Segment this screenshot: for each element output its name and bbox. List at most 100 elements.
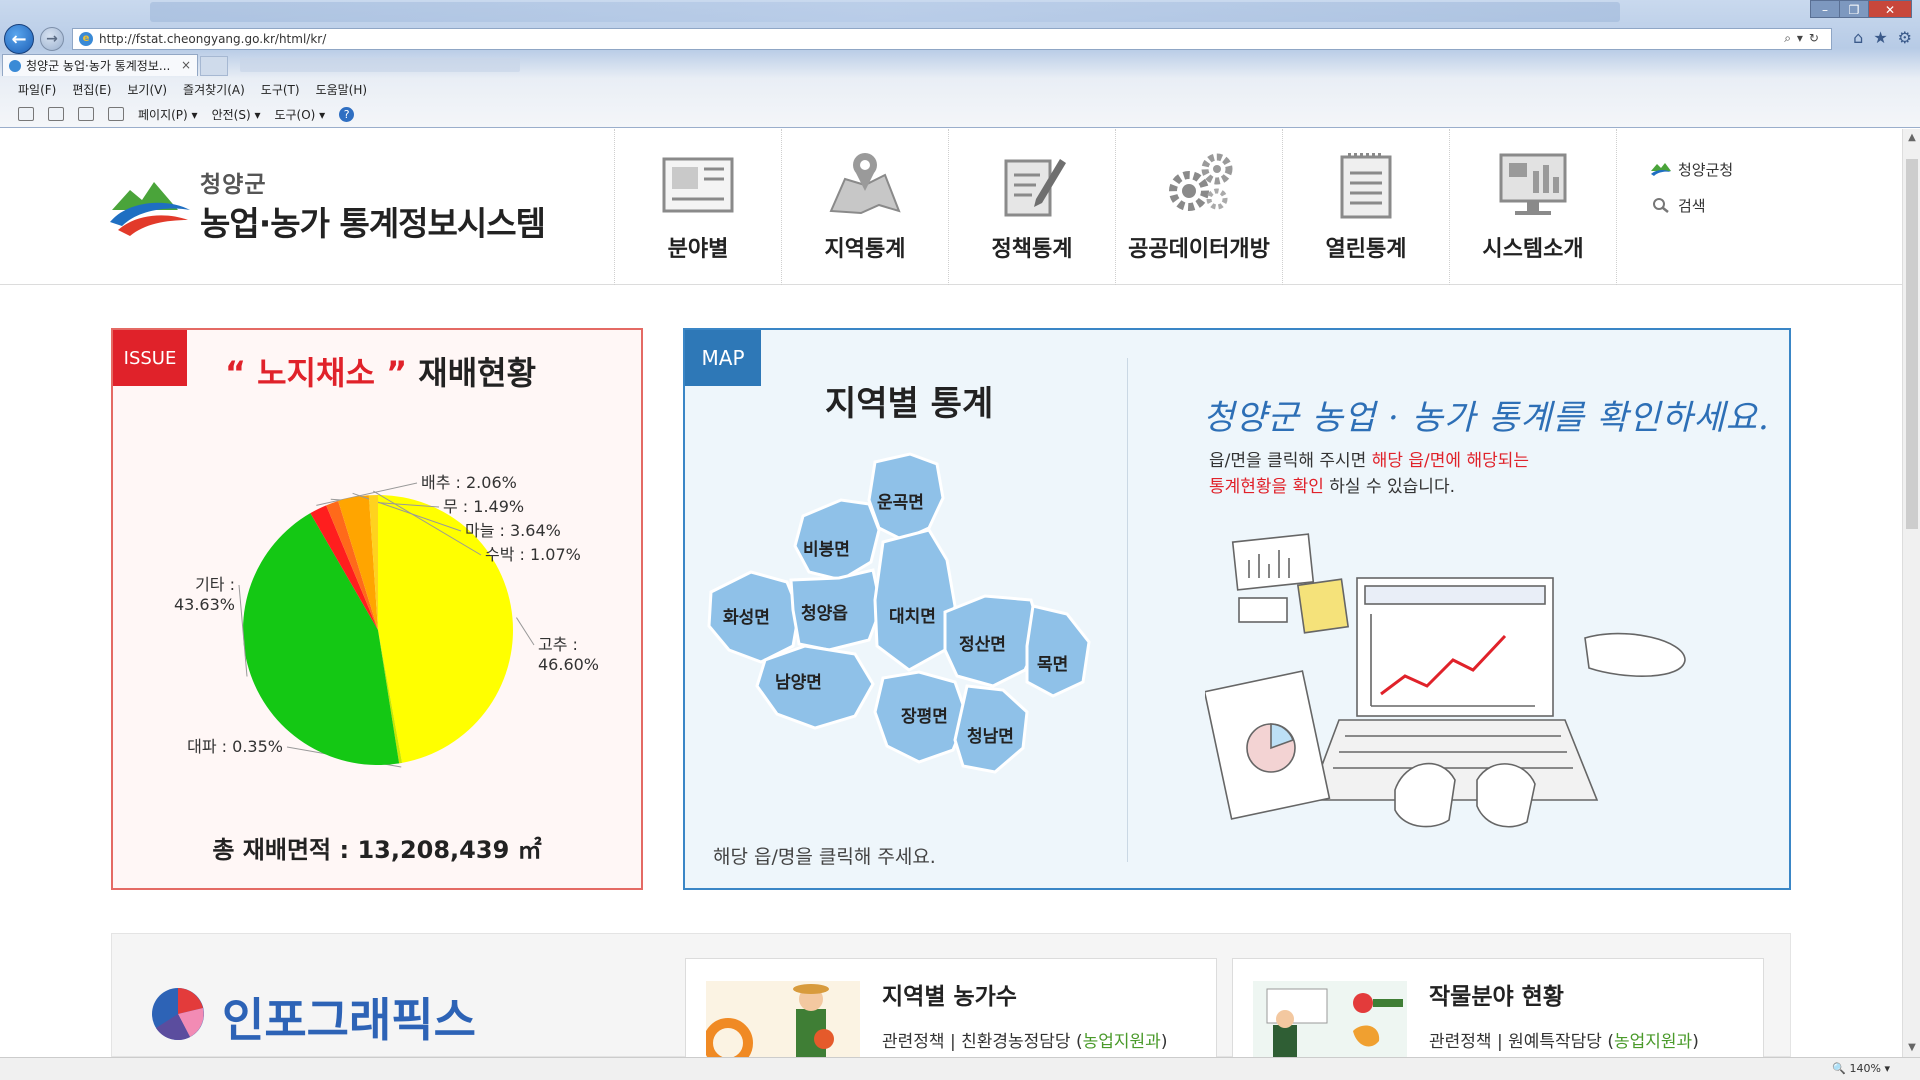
checklist-icon xyxy=(1340,153,1392,219)
scroll-up-arrow[interactable]: ▲ xyxy=(1903,129,1920,147)
info-card-title: 작물분야 현황 xyxy=(1429,984,1564,1010)
region-label: 비봉면 xyxy=(803,540,850,560)
logo-mark-icon xyxy=(110,182,190,236)
issue-badge: ISSUE xyxy=(113,330,187,386)
scrollbar-thumb[interactable] xyxy=(1906,159,1918,529)
restore-button[interactable]: ❐ xyxy=(1839,0,1869,18)
pie-leader-line xyxy=(516,617,535,646)
utility-links: 청양군청 검색 xyxy=(1650,151,1733,223)
desc-part: 하실 수 있습니다. xyxy=(1323,477,1455,497)
issue-title-rest: 재배현황 xyxy=(407,354,537,392)
zoom-level[interactable]: 🔍 140% ▾ xyxy=(1832,1062,1890,1075)
nav-policy[interactable]: 정책통계 xyxy=(949,129,1116,285)
nav-label: 정책통계 xyxy=(991,237,1073,262)
command-bar: 페이지(P) ▾ 안전(S) ▾ 도구(O) ▾ ? xyxy=(0,102,1920,126)
nav-open-stats[interactable]: 열린통계 xyxy=(1283,129,1450,285)
menu-edit[interactable]: 편집(E) xyxy=(72,81,111,98)
region-label: 목면 xyxy=(1037,655,1068,675)
new-tab-button[interactable] xyxy=(200,56,228,76)
cmd-page[interactable]: 페이지(P) ▾ xyxy=(138,106,198,123)
logo-county: 청양군 xyxy=(200,172,267,198)
tab-close-icon[interactable]: × xyxy=(181,58,191,72)
info-card-thumbnail xyxy=(1253,981,1407,1057)
address-bar[interactable]: e http://fstat.cheongyang.go.kr/html/kr/… xyxy=(72,28,1832,50)
menu-tools[interactable]: 도구(T) xyxy=(261,81,300,98)
region-mok[interactable] xyxy=(1025,604,1091,698)
site-logo[interactable]: 청양군 농업·농가 통계정보시스템 xyxy=(108,165,546,245)
main-nav: 분야별 지역통계 정책통계 공공데이터개방 열린통계 시스템소개 xyxy=(614,129,1617,285)
infographic-section: 인포그래픽스 지역별 농가수 관련정책 | 친환경농정담당 (농업지원과) 작물… xyxy=(111,933,1791,1057)
nav-label: 분야별 xyxy=(667,237,729,262)
search-link[interactable]: 검색 xyxy=(1650,187,1733,223)
county-office-link[interactable]: 청양군청 xyxy=(1650,151,1733,187)
title-bar xyxy=(150,2,1620,22)
card-sub-dept[interactable]: 농업지원과 xyxy=(1083,1032,1161,1052)
gears-icon xyxy=(1169,153,1233,211)
region-label: 청양읍 xyxy=(801,603,848,624)
card-sub-dept[interactable]: 농업지원과 xyxy=(1614,1032,1692,1052)
total-area: 총 재배면적 : 13,208,439 ㎡ xyxy=(212,836,542,864)
forward-button[interactable]: → xyxy=(40,27,64,51)
address-tools[interactable]: ⌕▾↻ xyxy=(1784,31,1825,46)
region-map: 운곡면 비봉면 화성면 청양읍 대치면 남양면 정산면 목면 장평면 청남면 xyxy=(707,452,1091,774)
map-pin-icon xyxy=(829,153,901,215)
issue-title-open: “ xyxy=(225,354,258,392)
minimize-button[interactable]: – xyxy=(1810,0,1840,18)
home-cmd-icon[interactable] xyxy=(18,107,34,121)
window-controls: – ❐ ✕ xyxy=(1810,0,1912,18)
region-label: 정산면 xyxy=(959,635,1006,655)
pie-label-무: 무 : 1.49% xyxy=(443,497,524,516)
issue-title[interactable]: “ 노지채소 ” 재배현황 xyxy=(225,348,536,394)
scroll-down-arrow[interactable]: ▼ xyxy=(1903,1039,1920,1057)
cmd-safety[interactable]: 안전(S) ▾ xyxy=(212,106,261,123)
back-button[interactable]: ← xyxy=(4,24,34,54)
monitor-icon xyxy=(1499,153,1567,215)
map-title: 지역별 통계 xyxy=(825,384,994,424)
logo-title: 농업·농가 통계정보시스템 xyxy=(200,204,546,243)
search-label: 검색 xyxy=(1678,196,1706,215)
info-card-subtitle: 관련정책 | 원예특작담당 (농업지원과) xyxy=(1429,1027,1699,1052)
info-card-farms[interactable]: 지역별 농가수 관련정책 | 친환경농정담당 (농업지원과) xyxy=(685,958,1217,1057)
nav-system-intro[interactable]: 시스템소개 xyxy=(1450,129,1617,285)
map-panel: MAP 지역별 통계 운곡면 비봉면 화성면 청양읍 대치면 남양면 정산면 목… xyxy=(683,328,1791,890)
nav-label: 지역통계 xyxy=(824,237,906,262)
pie-label-배추: 배추 : 2.06% xyxy=(421,473,517,492)
site-header: 청양군 농업·농가 통계정보시스템 분야별 지역통계 정책통계 공공데이터개방 … xyxy=(0,129,1902,285)
map-slogan: 청양군 농업 · 농가 통계를 확인하세요. xyxy=(1203,398,1770,438)
pie-label-고추: 고추 : xyxy=(538,635,578,654)
pie-label-기타: 기타 : xyxy=(195,575,235,594)
menu-view[interactable]: 보기(V) xyxy=(127,81,167,98)
region-label: 남양면 xyxy=(775,673,822,693)
pie-label-마늘: 마늘 : 3.64% xyxy=(465,521,561,540)
nav-by-field[interactable]: 분야별 xyxy=(615,129,782,285)
home-icon[interactable]: ⌂ xyxy=(1853,28,1863,47)
menu-favorites[interactable]: 즐겨찾기(A) xyxy=(183,81,245,98)
issue-title-close: ” xyxy=(374,354,408,392)
nav-open-data[interactable]: 공공데이터개방 xyxy=(1116,129,1283,285)
issue-title-keyword: 노지채소 xyxy=(257,354,375,392)
browser-tab[interactable]: 청양군 농업·농가 통계정보... × xyxy=(2,54,198,76)
vertical-scrollbar[interactable]: ▲ ▼ xyxy=(1902,129,1920,1057)
print-icon[interactable] xyxy=(108,107,124,121)
settings-gear-icon[interactable]: ⚙ xyxy=(1898,28,1912,47)
pie-pct-기타: 43.63% xyxy=(174,595,235,614)
close-window-button[interactable]: ✕ xyxy=(1868,0,1912,18)
feeds-icon[interactable] xyxy=(48,107,64,121)
favorites-star-icon[interactable]: ★ xyxy=(1873,28,1887,47)
mail-icon[interactable] xyxy=(78,107,94,121)
region-daechi[interactable] xyxy=(873,528,957,672)
info-card-thumbnail xyxy=(706,981,860,1057)
desc-highlight: 통계현황을 확인 xyxy=(1209,477,1324,497)
menu-help[interactable]: 도움말(H) xyxy=(316,81,368,98)
card-sub-suffix: ) xyxy=(1692,1032,1699,1052)
nav-regional[interactable]: 지역통계 xyxy=(782,129,949,285)
ie-icon: e xyxy=(79,32,93,46)
menu-file[interactable]: 파일(F) xyxy=(18,81,56,98)
pie-label-대파: 대파 : 0.35% xyxy=(187,737,283,756)
info-card-crops[interactable]: 작물분야 현황 관련정책 | 원예특작담당 (농업지원과) xyxy=(1232,958,1764,1057)
cmd-tools[interactable]: 도구(O) ▾ xyxy=(274,106,325,123)
nav-label: 시스템소개 xyxy=(1482,237,1584,262)
nav-label: 공공데이터개방 xyxy=(1128,237,1270,262)
crops-thumbnail-icon xyxy=(1266,988,1403,1057)
help-icon[interactable]: ? xyxy=(339,106,355,122)
